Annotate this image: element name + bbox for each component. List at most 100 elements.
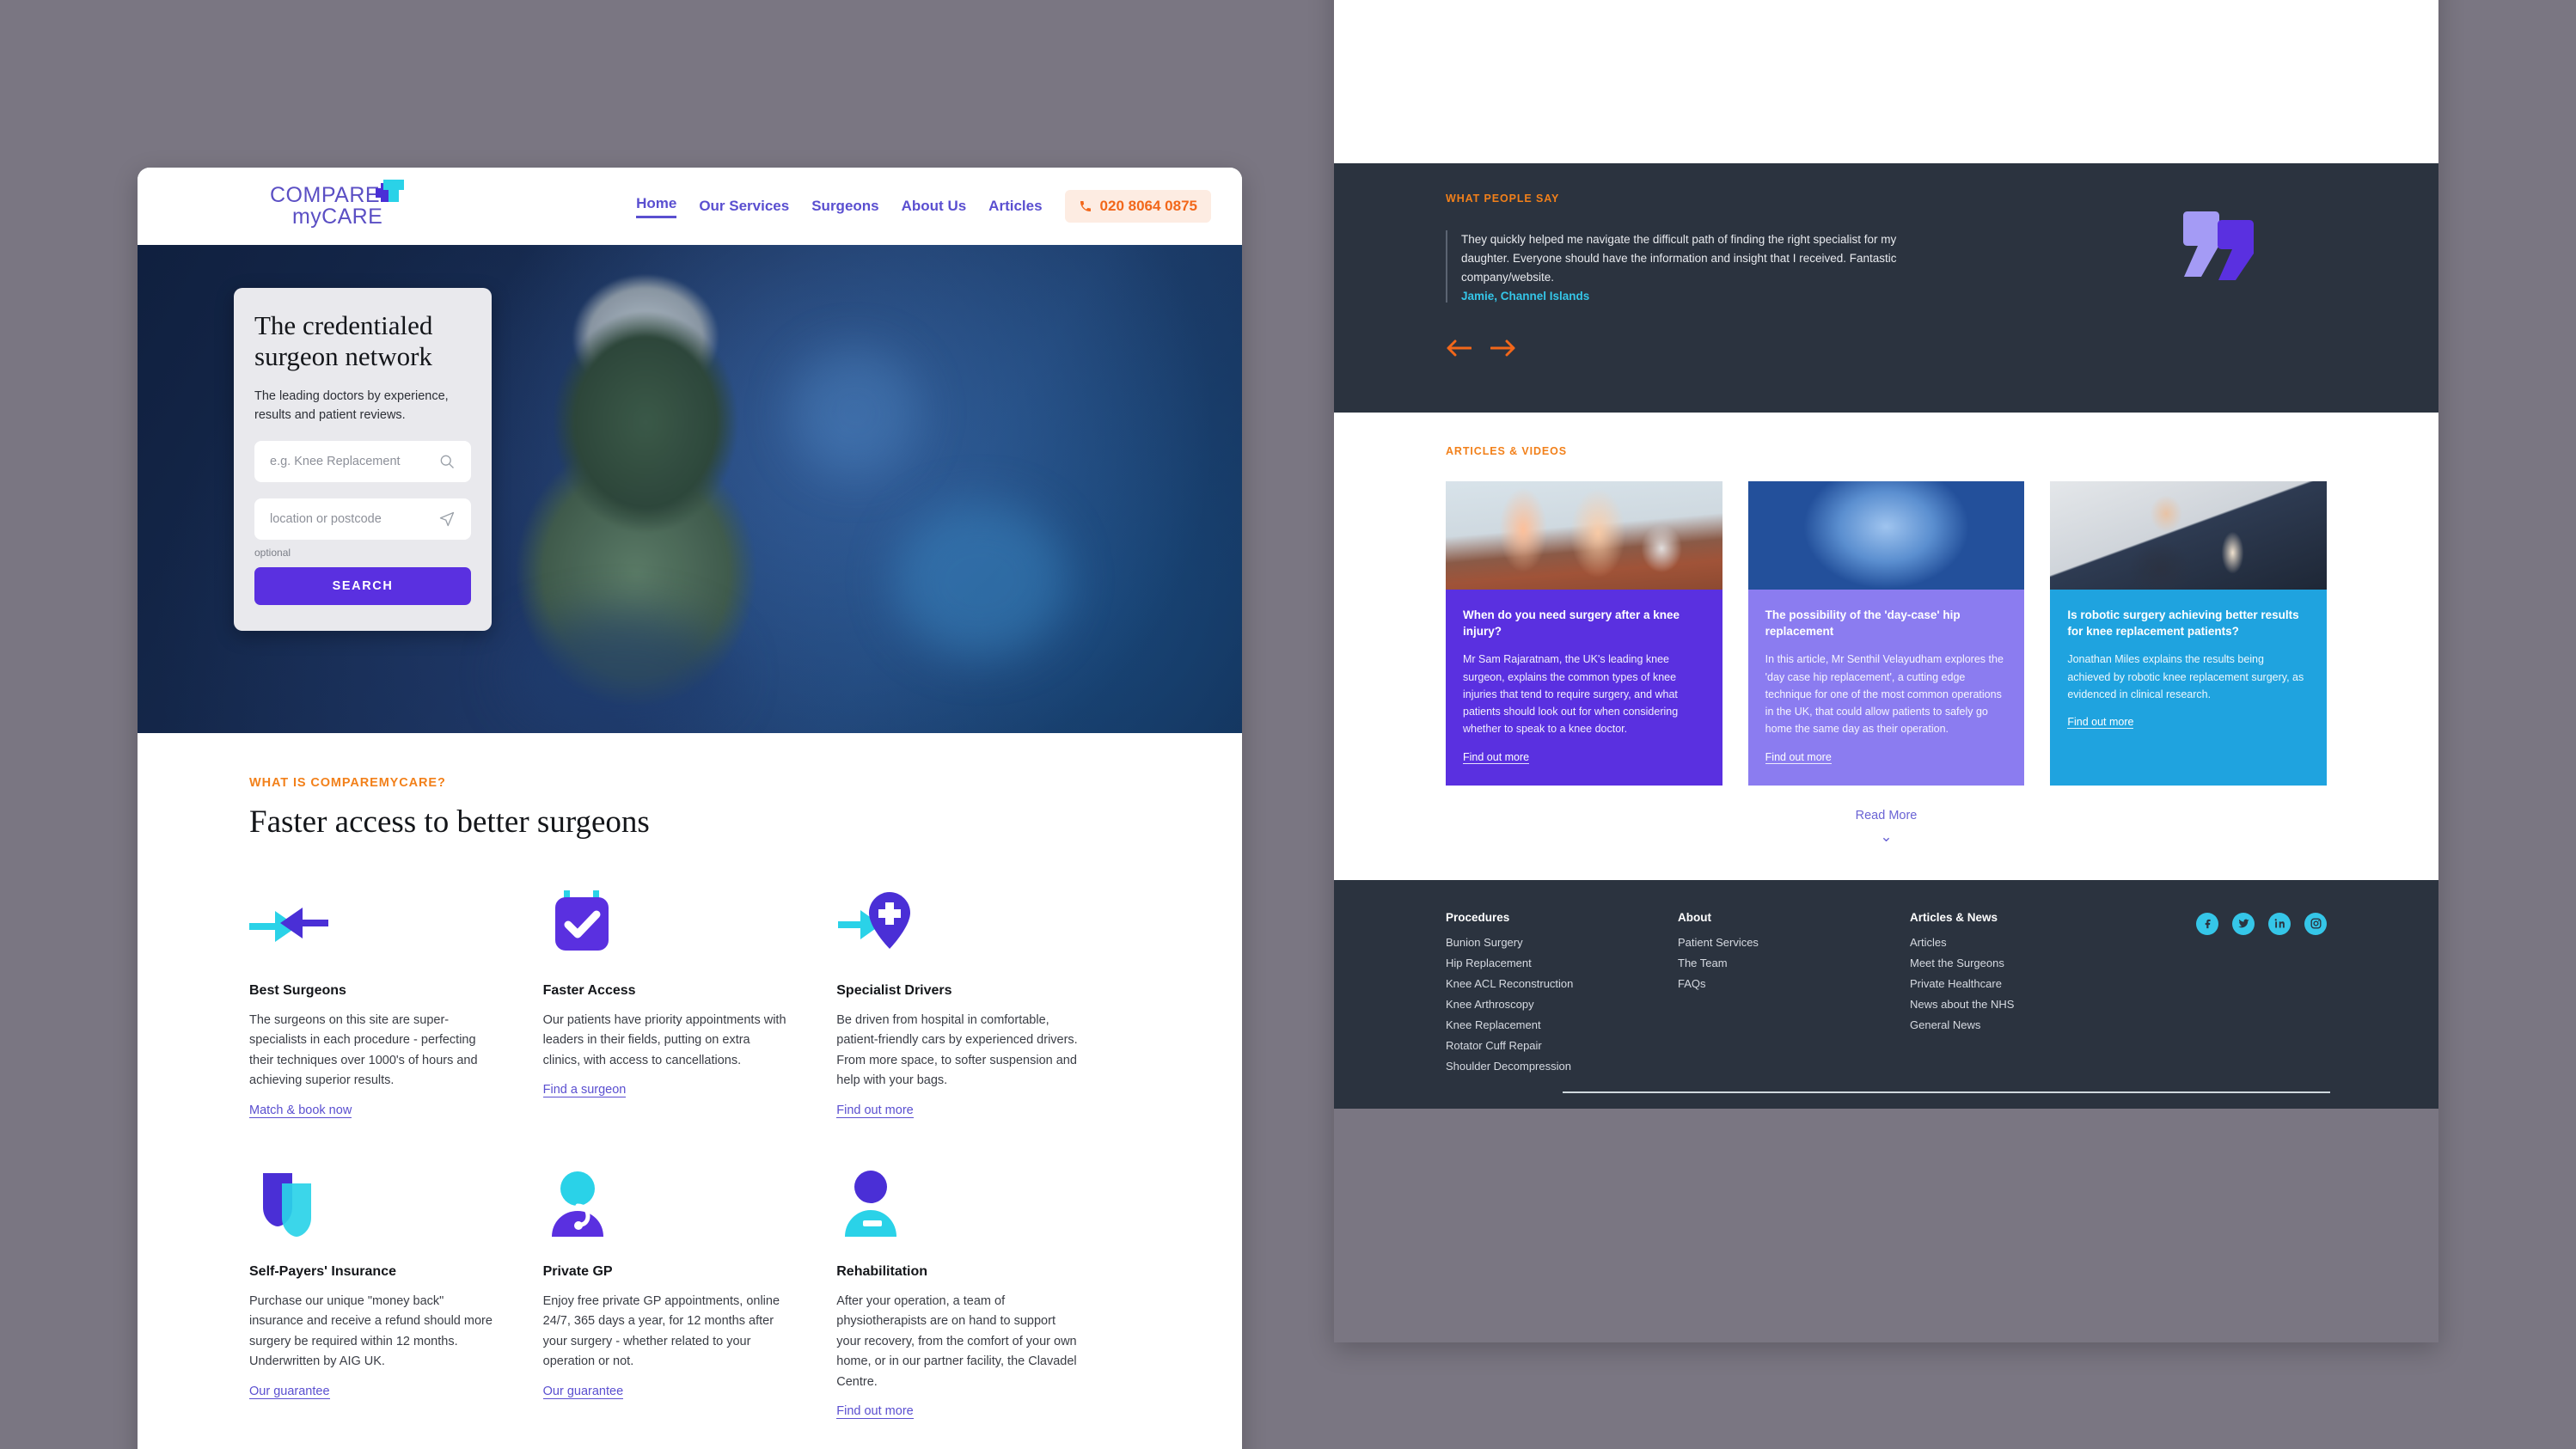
article-card-row: When do you need surgery after a knee in… [1446,481,2328,786]
footer-link[interactable]: Knee ACL Reconstruction [1446,977,1678,990]
hip-xray-image [1747,481,2025,590]
footer-link[interactable]: News about the NHS [1910,998,2142,1011]
feature-title: Specialist Drivers [836,983,952,998]
site-footer: Procedures Bunion Surgery Hip Replacemen… [1334,879,2438,1109]
article-link[interactable]: Find out more [2067,716,2134,730]
footer-link[interactable]: Meet the Surgeons [1910,957,2142,969]
phone-number: 020 8064 0875 [1099,198,1197,214]
chevron-down-icon[interactable]: ⌄ [1446,828,2327,846]
testimonial-quote: They quickly helped me navigate the diff… [1461,233,1897,284]
feature-link[interactable]: Find out more [836,1104,914,1118]
doctor-headset-icon [543,1159,789,1242]
right-browser-panel: OUR PARTNERS The Lister Hospital part of… [1334,0,2438,1342]
hero-bokeh-2 [791,348,920,477]
location-field[interactable] [254,498,471,541]
articles-section: ARTICLES & VIDEOS When do you need surge… [1334,413,2438,880]
footer-columns: Procedures Bunion Surgery Hip Replacemen… [1446,911,2327,1080]
site-header: COMPARE myCARE Home Our Services Surgeon… [138,168,1242,245]
page-stage: COMPARE myCARE Home Our Services Surgeon… [0,0,2576,1449]
whatis-heading: Faster access to better surgeons [249,804,650,840]
article-card[interactable]: The possibility of the 'day-case' hip re… [1747,481,2025,786]
article-excerpt: In this article, Mr Senthil Velayudham e… [1765,653,2004,736]
footer-link[interactable]: Knee Arthroscopy [1446,998,1678,1011]
hero-bokeh-3 [507,614,731,733]
what-is-section: WHAT IS COMPAREMYCARE? Faster access to … [138,733,1242,1449]
logo-line-2: myCARE [292,205,383,229]
testimonial-quote-block: They quickly helped me navigate the diff… [1446,230,1927,303]
nav-item-our-services[interactable]: Our Services [699,198,789,215]
twitter-icon[interactable] [2232,912,2255,935]
procedure-field[interactable] [254,441,471,483]
feature-link[interactable]: Match & book now [249,1104,352,1118]
feature-body: Purchase our unique "money back" insuran… [249,1293,493,1369]
whatis-eyebrow: WHAT IS COMPAREMYCARE? [249,776,446,790]
footer-link[interactable]: Shoulder Decompression [1446,1060,1678,1073]
nav-item-articles[interactable]: Articles [988,198,1042,215]
footer-link[interactable]: Patient Services [1678,936,1910,949]
footer-heading: About [1678,910,1711,924]
articles-eyebrow: ARTICLES & VIDEOS [1446,445,1568,457]
footer-link[interactable]: Bunion Surgery [1446,936,1678,949]
footer-link[interactable]: Hip Replacement [1446,957,1678,969]
logo-cross-icon [376,179,405,209]
feature-link[interactable]: Find out more [836,1404,914,1420]
feature-link[interactable]: Our guarantee [542,1385,624,1399]
footer-column-articles-news: Articles & News Articles Meet the Surgeo… [1910,911,2142,1080]
article-title: Is robotic surgery achieving better resu… [2067,608,2299,639]
read-more-block: Read More ⌄ [1446,808,2327,846]
testimonial-eyebrow: WHAT PEOPLE SAY [1446,193,1560,205]
instagram-icon[interactable] [2304,912,2327,935]
article-title: The possibility of the 'day-case' hip re… [1765,608,1961,639]
footer-link[interactable]: Private Healthcare [1910,977,2142,990]
article-link[interactable]: Find out more [1463,751,1530,764]
feature-link[interactable]: Find a surgeon [542,1083,627,1098]
feature-card: Private GP Enjoy free private GP appoint… [542,1159,837,1419]
facebook-icon[interactable] [2196,912,2218,935]
footer-link[interactable]: The Team [1678,957,1910,969]
site-logo[interactable]: COMPARE myCARE [270,179,405,229]
read-more-link[interactable]: Read More [1856,809,1918,822]
person-bandage-icon [836,1159,1082,1242]
footer-divider [1563,1091,2330,1093]
feature-card: Specialist Drivers Be driven from hospit… [836,878,1130,1118]
feature-card: Self-Payers' Insurance Purchase our uniq… [249,1159,543,1419]
footer-link[interactable]: General News [1910,1018,2142,1031]
footer-link[interactable]: FAQs [1678,977,1910,990]
footer-link[interactable]: Knee Replacement [1446,1018,1678,1031]
location-input[interactable] [270,512,438,527]
arrow-right-icon[interactable] [1490,339,1516,358]
footer-heading: Procedures [1446,910,1510,924]
map-pin-cross-icon [836,878,1082,961]
article-link[interactable]: Find out more [1765,751,1832,764]
shield-icon [249,1159,495,1242]
arrow-left-icon[interactable] [1446,339,1472,358]
quote-marks-icon [2179,208,2258,284]
feature-body: Be driven from hospital in comfortable, … [836,1013,1078,1088]
feature-grid: Best Surgeons The surgeons on this site … [249,878,1130,1449]
phone-icon [1080,201,1091,211]
testimonial-section: WHAT PEOPLE SAY They quickly helped me n… [1334,163,2438,413]
footer-link[interactable]: Rotator Cuff Repair [1446,1039,1678,1052]
article-card[interactable]: When do you need surgery after a knee in… [1446,481,1722,786]
hero-subtitle: The leading doctors by experience, resul… [254,388,449,422]
search-button[interactable]: SEARCH [254,567,471,606]
partners-section: OUR PARTNERS The Lister Hospital part of… [1334,0,2438,163]
feature-body: Enjoy free private GP appointments, onli… [542,1293,780,1369]
nav-item-about-us[interactable]: About Us [902,198,967,215]
article-title: When do you need surgery after a knee in… [1463,608,1680,639]
footer-link[interactable]: Articles [1910,936,2142,949]
nav-item-home[interactable]: Home [636,195,677,218]
hero-banner: The credentialed surgeon network The lea… [138,245,1242,733]
procedure-input[interactable] [270,455,438,469]
feature-link[interactable]: Our guarantee [249,1385,330,1399]
feature-title: Self-Payers' Insurance [249,1263,396,1279]
left-browser-panel: COMPARE myCARE Home Our Services Surgeon… [138,168,1242,1449]
social-links [2196,911,2327,1080]
feature-body: Our patients have priority appointments … [542,1013,786,1067]
article-excerpt: Jonathan Miles explains the results bein… [2067,653,2304,700]
runner-knee-xray-image [1446,481,1722,590]
nav-item-surgeons[interactable]: Surgeons [811,198,878,215]
article-card[interactable]: Is robotic surgery achieving better resu… [2050,481,2328,786]
linkedin-icon[interactable] [2268,912,2291,935]
phone-button[interactable]: 020 8064 0875 [1064,190,1211,223]
